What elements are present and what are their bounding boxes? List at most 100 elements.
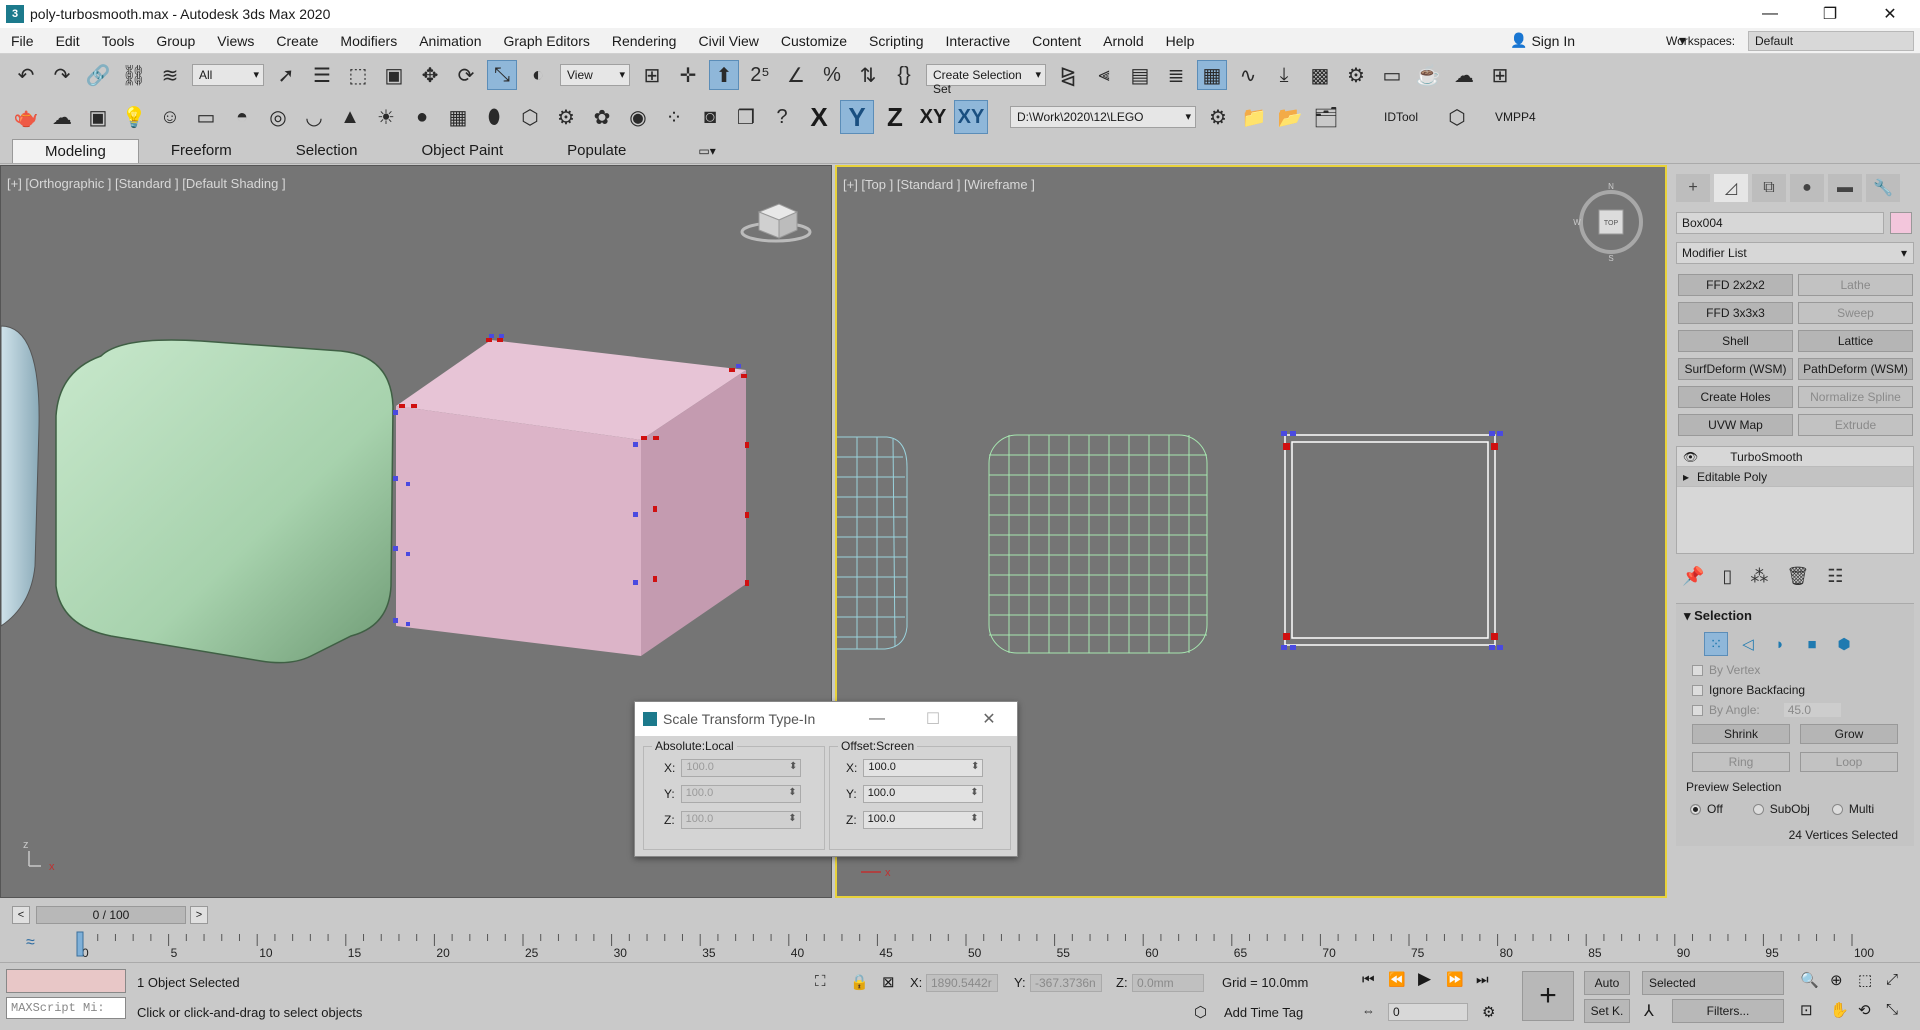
eye-icon[interactable]: 👁 <box>1683 450 1698 464</box>
key-mode-icon[interactable]: ⇔ <box>1362 1003 1375 1018</box>
field-of-view-icon[interactable]: ⊡ <box>1800 1001 1813 1019</box>
tab-modeling[interactable]: Modeling <box>12 138 139 163</box>
folder-save-icon[interactable]: 🗂 <box>1311 102 1341 132</box>
maximize-viewport-icon[interactable]: ⤡ <box>1886 1001 1898 1018</box>
pan-icon[interactable]: ✋ <box>1830 1001 1849 1019</box>
modifier-button[interactable]: Normalize Spline <box>1798 386 1913 408</box>
box-primitive-icon[interactable]: ▭ <box>191 102 221 132</box>
undo-icon[interactable]: ↶ <box>11 60 41 90</box>
tab-object-paint[interactable]: Object Paint <box>389 139 535 162</box>
auto-key-button[interactable]: Auto <box>1584 971 1630 995</box>
go-to-end-icon[interactable]: ⏭ <box>1476 971 1489 988</box>
copy-icon[interactable]: ❐ <box>731 102 761 132</box>
frame-icon[interactable]: ▣ <box>83 102 113 132</box>
percent-snap-icon[interactable]: % <box>817 60 847 90</box>
menu-customize[interactable]: Customize <box>770 33 858 49</box>
menu-help[interactable]: Help <box>1155 33 1206 49</box>
time-slider-thumb[interactable]: 0 / 100 <box>36 906 186 924</box>
disc-icon[interactable]: ● <box>407 102 437 132</box>
lock-icon[interactable]: 🔒 <box>850 973 869 991</box>
object-name-field[interactable]: Box004 <box>1676 212 1884 234</box>
key-tangent-icon[interactable]: ⅄ <box>1644 1001 1654 1021</box>
layer-explorer-icon[interactable]: ≣ <box>1161 60 1191 90</box>
menu-views[interactable]: Views <box>206 33 265 49</box>
link-icon[interactable]: 🔗 <box>83 60 113 90</box>
modifier-button[interactable]: PathDeform (WSM) <box>1798 358 1913 380</box>
align-icon[interactable]: ⫷ <box>1089 60 1119 90</box>
capsule-icon[interactable]: ⬮ <box>479 102 509 132</box>
dialog-title-bar[interactable]: Scale Transform Type-In — ☐ ✕ <box>635 702 1017 736</box>
absolute-z-spinner[interactable]: 100.0 <box>680 811 801 829</box>
go-to-start-icon[interactable]: ⏮ <box>1362 971 1375 988</box>
geosphere-icon[interactable]: ⬡ <box>515 102 545 132</box>
stack-item-editable-poly[interactable]: ▸ Editable Poly <box>1677 467 1913 487</box>
sun-icon[interactable]: ☀ <box>371 102 401 132</box>
axis-y-button[interactable]: Y <box>840 100 874 134</box>
tab-freeform[interactable]: Freeform <box>139 139 264 162</box>
mask-icon[interactable]: ☺ <box>155 102 185 132</box>
preview-multi-radio[interactable]: Multi <box>1831 802 1874 816</box>
bowl-icon[interactable]: ◡ <box>299 102 329 132</box>
menu-file[interactable]: File <box>0 33 45 49</box>
select-by-name-icon[interactable]: ☰ <box>307 60 337 90</box>
grow-button[interactable]: Grow <box>1800 724 1898 744</box>
element-mode-icon[interactable]: ⬢ <box>1832 632 1856 656</box>
angle-snap-icon[interactable]: ∠ <box>781 60 811 90</box>
ignore-backfacing-checkbox[interactable]: Ignore Backfacing <box>1676 680 1914 700</box>
axis-x-button[interactable]: X <box>802 100 836 134</box>
rectangular-selection-icon[interactable]: ⬚ <box>343 60 373 90</box>
preview-off-radio[interactable]: Off <box>1690 802 1723 816</box>
ribbon-toggle-icon[interactable]: ▦ <box>1197 60 1227 90</box>
hexagon-icon[interactable]: ⬡ <box>1442 102 1472 132</box>
render-in-cloud-icon[interactable]: ☁ <box>1449 60 1479 90</box>
plant-icon[interactable]: ✿ <box>587 102 617 132</box>
add-time-tag[interactable]: Add Time Tag <box>1224 1005 1303 1020</box>
snaps-toggle-icon[interactable]: 2⁵ <box>745 60 775 90</box>
menu-rendering[interactable]: Rendering <box>601 33 688 49</box>
render-grid-icon[interactable]: ⊞ <box>1485 60 1515 90</box>
folder-icon[interactable]: 📁 <box>1239 102 1269 132</box>
next-frame-button[interactable]: > <box>190 906 208 924</box>
project-folder-icon[interactable]: ⚙ <box>1203 102 1233 132</box>
menu-create[interactable]: Create <box>265 33 329 49</box>
close-button[interactable]: ✕ <box>1860 0 1920 28</box>
modifier-button[interactable]: SurfDeform (WSM) <box>1678 358 1793 380</box>
window-crossing-icon[interactable]: ▣ <box>379 60 409 90</box>
teapot-icon[interactable]: 🫖 <box>11 102 41 132</box>
render-setup-icon[interactable]: ⚙ <box>1341 60 1371 90</box>
modifier-list-dropdown[interactable]: Modifier List <box>1676 242 1914 264</box>
modifier-button[interactable]: Shell <box>1678 330 1793 352</box>
y-coord-field[interactable]: -367.3736n <box>1030 974 1102 992</box>
stack-item-turbosmooth[interactable]: 👁 TurboSmooth <box>1677 447 1913 467</box>
maxscript-listener[interactable]: MAXScript Mi: <box>6 997 126 1019</box>
modifier-button[interactable]: Extrude <box>1798 414 1913 436</box>
menu-edit[interactable]: Edit <box>45 33 91 49</box>
keyboard-shortcut-override-icon[interactable]: ⬆ <box>709 60 739 90</box>
modifier-button[interactable]: FFD 2x2x2 <box>1678 274 1793 296</box>
folder-add-icon[interactable]: 📂 <box>1275 102 1305 132</box>
edge-mode-icon[interactable]: ◁ <box>1736 632 1760 656</box>
menu-arnold[interactable]: Arnold <box>1092 33 1154 49</box>
move-icon[interactable]: ✥ <box>415 60 445 90</box>
absolute-y-spinner[interactable]: 100.0 <box>680 785 801 803</box>
select-manipulate-icon[interactable]: ✛ <box>673 60 703 90</box>
cone-icon[interactable]: ▲ <box>335 102 365 132</box>
material-editor-icon[interactable]: ▩ <box>1305 60 1335 90</box>
z-coord-field[interactable]: 0.0mm <box>1132 974 1204 992</box>
shrink-button[interactable]: Shrink <box>1692 724 1790 744</box>
unlink-icon[interactable]: ⛓ <box>119 60 149 90</box>
axis-xy-cycle-button[interactable]: XY <box>954 100 988 134</box>
scene-explorer-icon[interactable]: ▤ <box>1125 60 1155 90</box>
track-bar[interactable]: ≈ 0 5 10 15 20 25 30 35 40 45 50 55 60 65 70 75 80 85 90 95… <box>0 930 1920 960</box>
color-balls-icon[interactable]: ⁘ <box>659 102 689 132</box>
menu-civil-view[interactable]: Civil View <box>687 33 769 49</box>
rendered-frame-window-icon[interactable]: ▭ <box>1377 60 1407 90</box>
current-frame-field[interactable]: 0 <box>1388 1003 1468 1021</box>
project-path-dropdown[interactable]: D:\Work\2020\12\LEGO <box>1010 106 1196 128</box>
key-filters-button[interactable]: Filters... <box>1672 999 1784 1023</box>
spinner-snap-icon[interactable]: ⇅ <box>853 60 883 90</box>
curve-editor-icon[interactable]: ∿ <box>1233 60 1263 90</box>
set-key-big-icon[interactable]: + <box>1522 971 1574 1021</box>
menu-interactive[interactable]: Interactive <box>935 33 1022 49</box>
pin-stack-icon[interactable]: 📌 <box>1682 566 1704 587</box>
